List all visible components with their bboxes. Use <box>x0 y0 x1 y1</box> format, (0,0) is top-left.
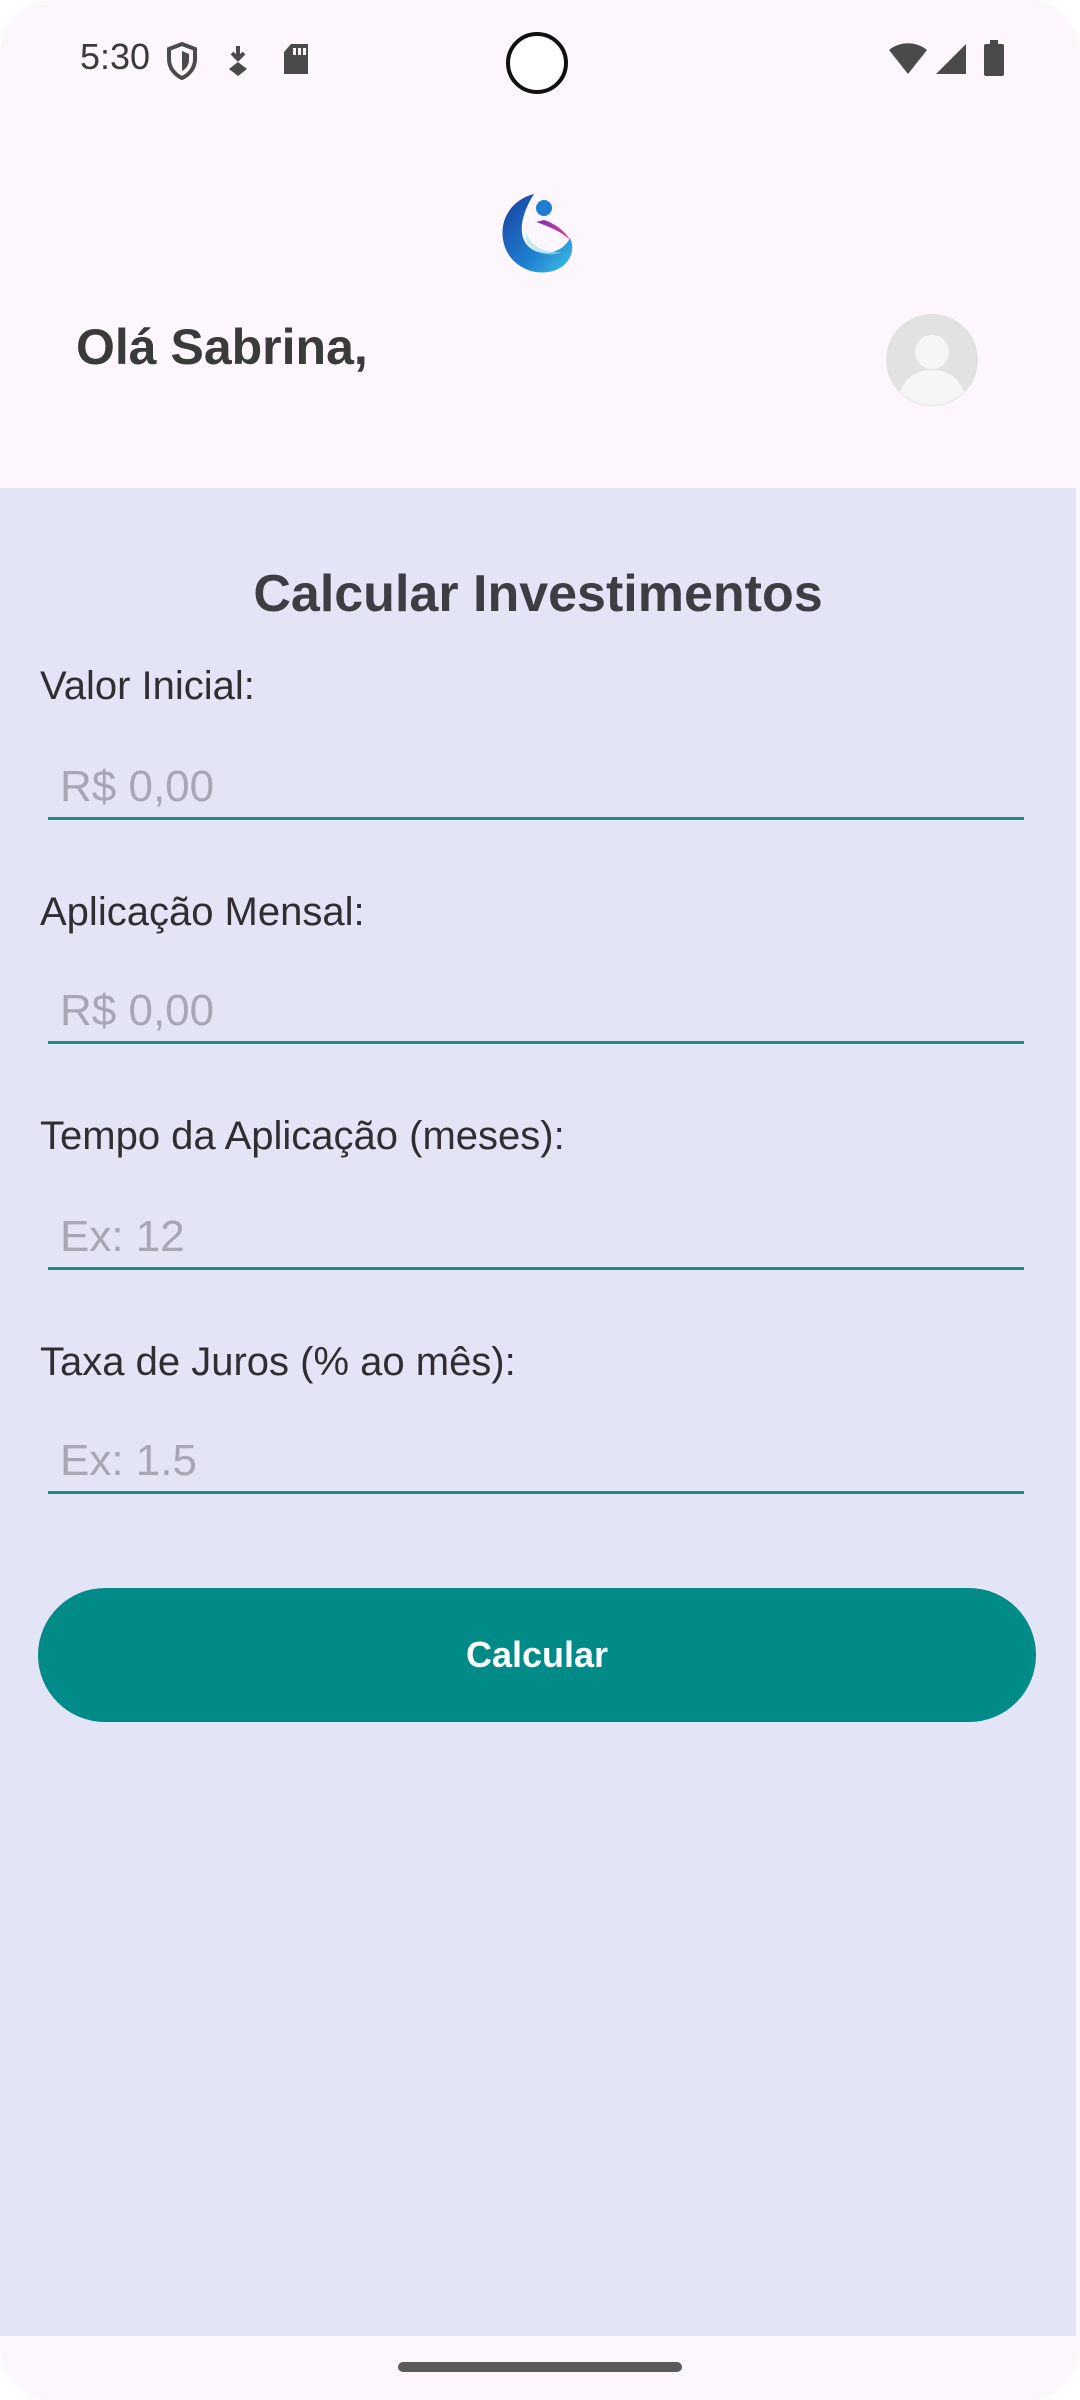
gesture-nav-handle[interactable] <box>398 2362 682 2372</box>
greeting-text: Olá Sabrina, <box>76 319 368 375</box>
app-logo <box>502 194 573 273</box>
calculate-button[interactable]: Calcular <box>38 1588 1036 1722</box>
duration-months-input[interactable] <box>48 1206 1024 1270</box>
cellular-signal-icon <box>936 44 966 74</box>
interest-rate-input[interactable] <box>48 1430 1024 1494</box>
status-bar: 5:30 <box>0 0 1080 120</box>
wifi-icon <box>889 43 927 74</box>
shield-icon <box>167 42 197 80</box>
battery-icon <box>984 40 1004 76</box>
download-icon <box>229 46 247 76</box>
page-title: Calcular Investimentos <box>253 565 823 623</box>
status-time: 5:30 <box>80 36 151 77</box>
monthly-contribution-label: Aplicação Mensal: <box>40 890 365 934</box>
interest-rate-label: Taxa de Juros (% ao mês): <box>40 1340 516 1384</box>
initial-value-input[interactable] <box>48 756 1024 820</box>
front-camera <box>506 32 568 94</box>
duration-months-label: Tempo da Aplicação (meses): <box>40 1114 565 1158</box>
investment-form: Calcular Investimentos Valor Inicial: Ap… <box>0 488 1076 2336</box>
initial-value-label: Valor Inicial: <box>40 664 255 708</box>
screen: 5:30 Olá Sabrina, Calcular Investimentos… <box>0 0 1080 2400</box>
user-avatar-icon[interactable] <box>886 314 978 406</box>
monthly-contribution-input[interactable] <box>48 980 1024 1044</box>
sd-card-icon <box>284 44 308 74</box>
